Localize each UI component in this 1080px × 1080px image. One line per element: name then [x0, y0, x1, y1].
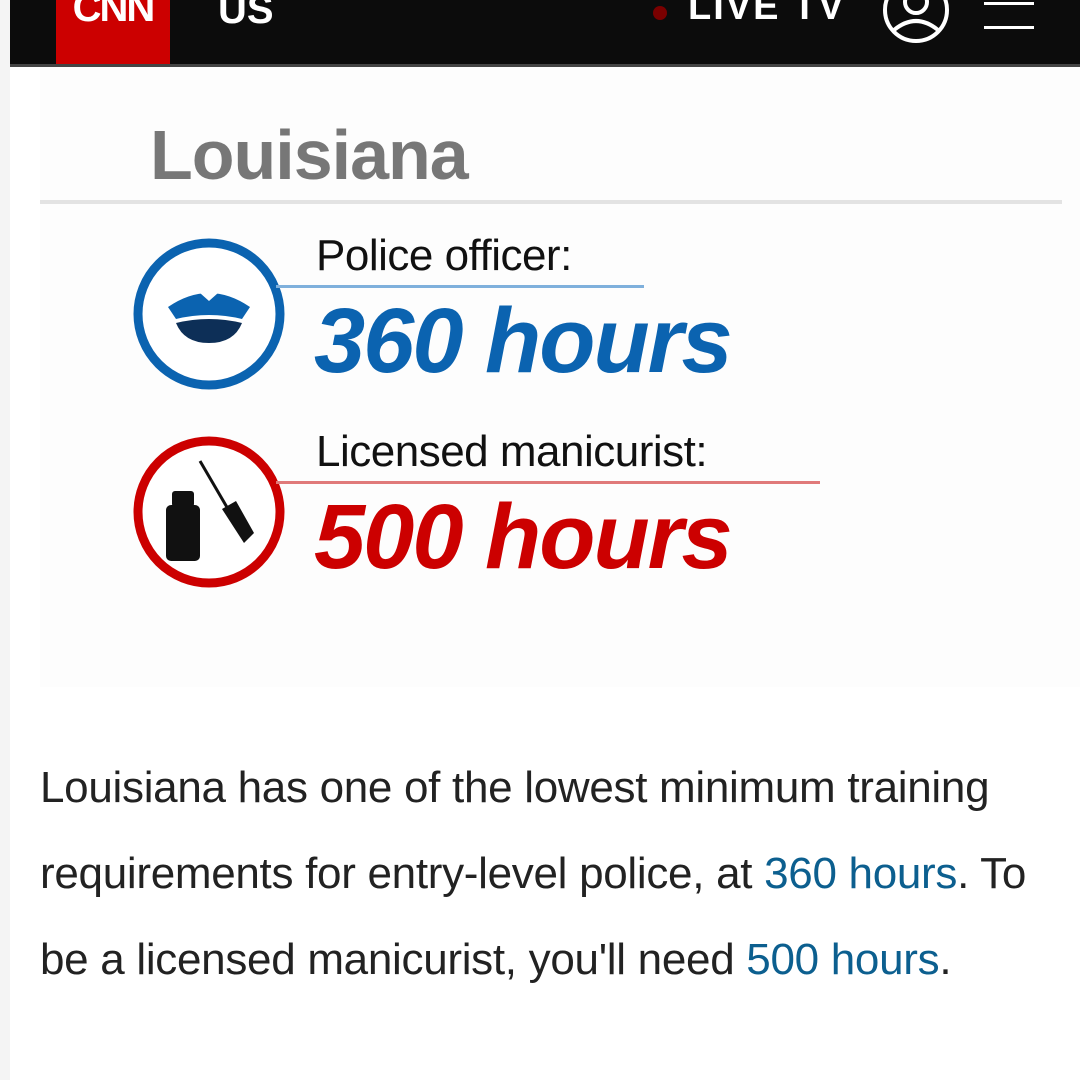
user-icon[interactable]	[880, 0, 952, 50]
nail-polish-icon	[133, 436, 285, 588]
article-paragraph: Louisiana has one of the lowest minimum …	[40, 745, 1060, 1003]
cnn-logo[interactable]: CNN	[56, 0, 170, 64]
live-indicator-dot	[653, 6, 667, 20]
logo-text: CNN	[72, 0, 156, 30]
stat-value-manicurist: 500 hours	[314, 486, 733, 588]
infographic: Louisiana Police officer: 360 hours Lice…	[40, 67, 1080, 687]
infographic-title: Louisiana	[150, 116, 469, 194]
section-label[interactable]: US	[218, 0, 274, 33]
top-navigation-bar: CNN US LIVE TV	[10, 0, 1080, 67]
police-cap-icon	[133, 238, 285, 390]
menu-icon[interactable]	[982, 0, 1036, 36]
stat-underline-manicurist	[276, 481, 820, 484]
stat-label-police: Police officer:	[316, 231, 572, 280]
article-content: Louisiana Police officer: 360 hours Lice…	[10, 67, 1080, 1080]
link-500-hours[interactable]: 500 hours	[746, 935, 939, 984]
live-tv-link[interactable]: LIVE TV	[688, 0, 846, 29]
stat-label-manicurist: Licensed manicurist:	[316, 427, 708, 476]
stat-value-police: 360 hours	[314, 290, 733, 392]
link-360-hours[interactable]: 360 hours	[764, 849, 957, 898]
screen-edge	[0, 0, 10, 1080]
title-divider	[40, 200, 1062, 204]
paragraph-text: .	[939, 935, 952, 984]
stat-underline-police	[276, 285, 644, 288]
